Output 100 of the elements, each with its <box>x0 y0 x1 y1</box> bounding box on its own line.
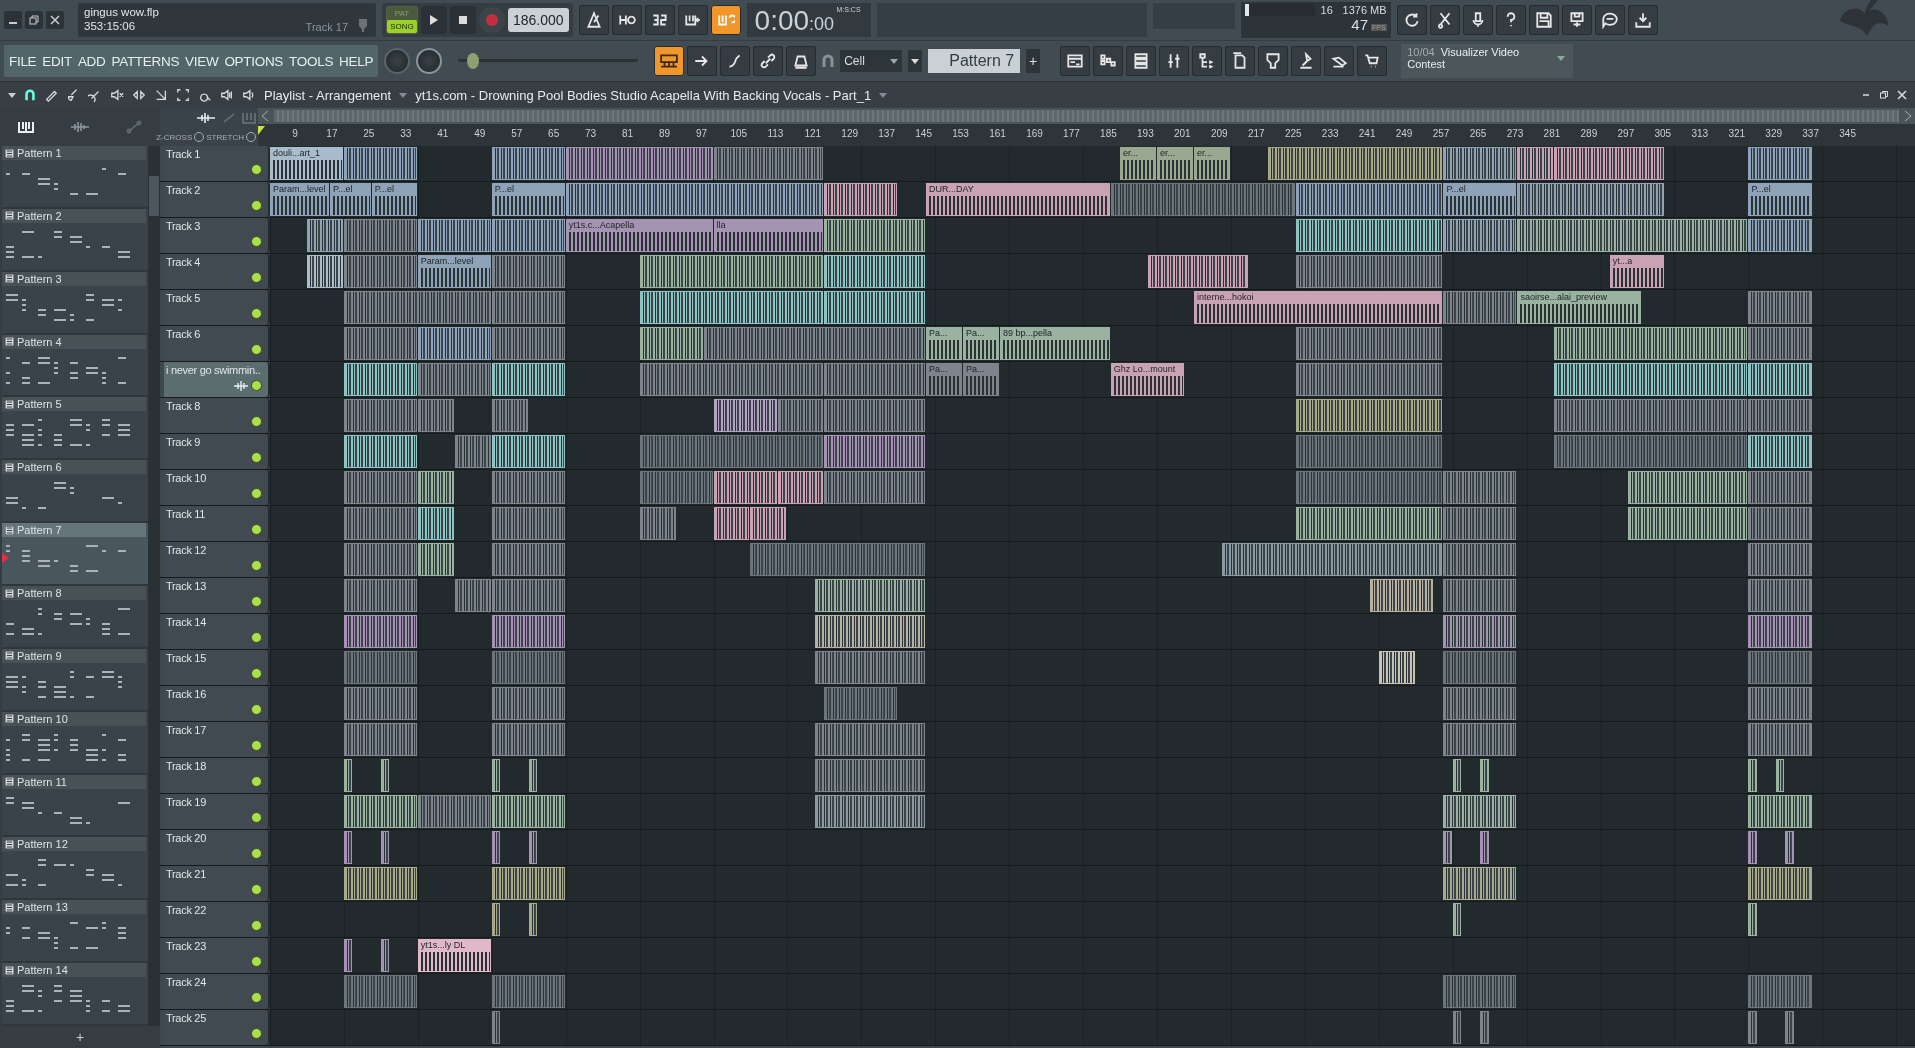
pattern-selector[interactable]: Pattern 7 <box>928 49 1021 73</box>
menu-item[interactable]: EDIT <box>39 53 75 69</box>
clip[interactable]: P...el <box>1443 183 1517 216</box>
clip[interactable]: Param...level <box>270 183 330 216</box>
clip[interactable]: douli...art_1 <box>270 147 343 180</box>
pattern-item[interactable]: Pattern 12 <box>2 837 148 901</box>
track-header[interactable]: Track 24 <box>164 974 270 1009</box>
pattern-name: Pattern 6 <box>17 461 62 474</box>
clip[interactable]: P...el <box>491 183 565 216</box>
clip-name: yt1s.c...Acapella <box>568 219 635 231</box>
track-name: Track 9 <box>166 436 201 448</box>
clip[interactable]: Pa... <box>926 363 962 396</box>
clip[interactable]: interne...hokoi <box>1194 291 1443 324</box>
clip[interactable]: er... <box>1194 147 1230 180</box>
pattern-name: Pattern 8 <box>17 587 62 599</box>
track-name: Track 16 <box>166 688 206 700</box>
menu-item[interactable]: OPTIONS <box>221 53 287 69</box>
menu-item[interactable]: ADD <box>74 53 109 69</box>
track-header[interactable]: Track 2 <box>164 182 270 217</box>
clip[interactable]: P...el <box>371 183 417 216</box>
clip[interactable]: P...el <box>330 183 371 216</box>
menu-item[interactable]: VIEW <box>182 53 222 69</box>
clip-name: lla <box>716 219 726 231</box>
track-header[interactable]: Track 11 <box>164 506 270 541</box>
pattern-item[interactable]: Pattern 2 <box>2 208 148 272</box>
pattern-item[interactable]: Pattern 5 <box>2 397 148 461</box>
track-header[interactable]: Track 8 <box>164 398 270 433</box>
track-header[interactable]: Track 21 <box>164 866 270 901</box>
clip[interactable]: DUR...DAY <box>926 183 1110 216</box>
menu-item[interactable]: PATTERNS <box>108 53 183 69</box>
snap-dropdown[interactable]: Cell <box>840 50 903 72</box>
track-name: Track 4 <box>166 256 201 268</box>
clip[interactable]: lla <box>713 219 824 252</box>
track-header[interactable]: Track 13 <box>164 578 270 613</box>
clip[interactable]: Pa... <box>963 363 999 396</box>
pattern-item[interactable]: Pattern 3 <box>2 271 148 335</box>
track-header[interactable]: Track 10 <box>164 470 270 505</box>
pattern-name: Pattern 11 <box>17 775 67 788</box>
track-header[interactable]: Track 23 <box>164 938 270 973</box>
clip[interactable]: yt1s...ly DL <box>417 939 491 972</box>
pattern-item[interactable]: Pattern 4 <box>2 334 148 398</box>
tempo-field[interactable]: 186.000 <box>508 8 569 32</box>
bar-number: 9 <box>291 128 299 139</box>
clip-source-name[interactable]: yt1s.com - Drowning Pool Bodies Studio Acapella With Backing Vocals - Part_1 <box>415 87 872 103</box>
pattern-item[interactable]: Pattern 1 <box>2 146 148 209</box>
clip[interactable]: Pa... <box>926 327 962 360</box>
mode-toggle[interactable]: SONG <box>387 20 417 33</box>
clip[interactable]: yt...a <box>1609 255 1665 288</box>
news-title: Contest <box>1407 58 1446 70</box>
clip[interactable]: er... <box>1120 147 1157 180</box>
track-header[interactable]: Track 22 <box>164 902 270 937</box>
track-header[interactable]: Track 19 <box>164 794 270 829</box>
track-header[interactable]: Track 6 <box>164 326 270 361</box>
menu-item[interactable]: HELP <box>336 53 377 69</box>
clip[interactable]: er... <box>1157 147 1193 180</box>
clip[interactable]: Param...level <box>417 255 491 288</box>
pattern-item[interactable]: Pattern 11 <box>2 774 148 838</box>
track-header[interactable]: Track 17 <box>164 722 270 757</box>
clip[interactable]: 89 bp...pella <box>999 327 1110 360</box>
pattern-item[interactable]: Pattern 9 <box>2 648 148 712</box>
pattern-item[interactable]: Pattern 6 <box>2 460 148 524</box>
pattern-item[interactable]: Pattern 7 <box>2 523 148 586</box>
track-header[interactable]: Track 25 <box>164 1010 270 1045</box>
clip[interactable]: yt1s.c...Acapella <box>565 219 713 252</box>
track-name: Track 19 <box>166 796 206 808</box>
track-header[interactable]: Track 3 <box>164 218 270 253</box>
track-header[interactable]: i never go swimmin.. <box>164 362 270 397</box>
menu-item[interactable]: FILE <box>6 53 40 69</box>
clip-name: er... <box>1197 147 1212 159</box>
pattern-name: Pattern 3 <box>17 272 62 285</box>
track-header[interactable]: Track 16 <box>164 686 270 721</box>
add-pattern-button[interactable]: + <box>1026 49 1041 73</box>
timeline-ruler[interactable]: 9 17 25 33 41 49 57 65 73 81 89 97 105 113 121 129 137 145 153 161 169 177 185 193 201 209 217 225 233 241 249 257 265 273 281 289 297 305 313 321 329 337 345 <box>258 124 1915 146</box>
pattern-item[interactable]: Pattern 14 <box>2 963 148 1027</box>
track-name: Track 17 <box>166 724 206 736</box>
menu-item[interactable]: TOOLS <box>286 53 337 69</box>
bar-number: 321 <box>1728 128 1745 139</box>
pattern-item[interactable]: Pattern 10 <box>2 711 148 775</box>
pattern-item[interactable]: Pattern 8 <box>2 586 148 649</box>
clip[interactable]: Pa... <box>963 327 999 360</box>
clip-name: er... <box>1160 147 1176 159</box>
clip[interactable]: Ghz Lo...mount <box>1110 363 1184 396</box>
track-header[interactable]: Track 12 <box>164 542 270 577</box>
bar-number: 209 <box>1210 128 1227 139</box>
clip-name: P...el <box>333 183 353 195</box>
track-header[interactable]: Track 1 <box>164 146 270 181</box>
pattern-item[interactable]: Pattern 13 <box>2 900 148 964</box>
track-header[interactable]: Track 15 <box>164 650 270 685</box>
clip[interactable]: P...el <box>1748 183 1813 216</box>
track-header[interactable]: Track 14 <box>164 614 270 649</box>
clip[interactable]: saoirse...alai_preview <box>1517 291 1642 324</box>
track-header[interactable]: Track 18 <box>164 758 270 793</box>
track-header[interactable]: Track 5 <box>164 290 270 325</box>
track-header[interactable]: Track 20 <box>164 830 270 865</box>
bar-number: 329 <box>1765 128 1782 139</box>
pattern-name: Pattern 5 <box>17 398 62 411</box>
news-panel[interactable]: 10/04 Visualizer Video Contest <box>1401 44 1574 78</box>
bar-number: 105 <box>730 128 747 139</box>
track-header[interactable]: Track 9 <box>164 434 270 469</box>
track-header[interactable]: Track 4 <box>164 254 270 289</box>
